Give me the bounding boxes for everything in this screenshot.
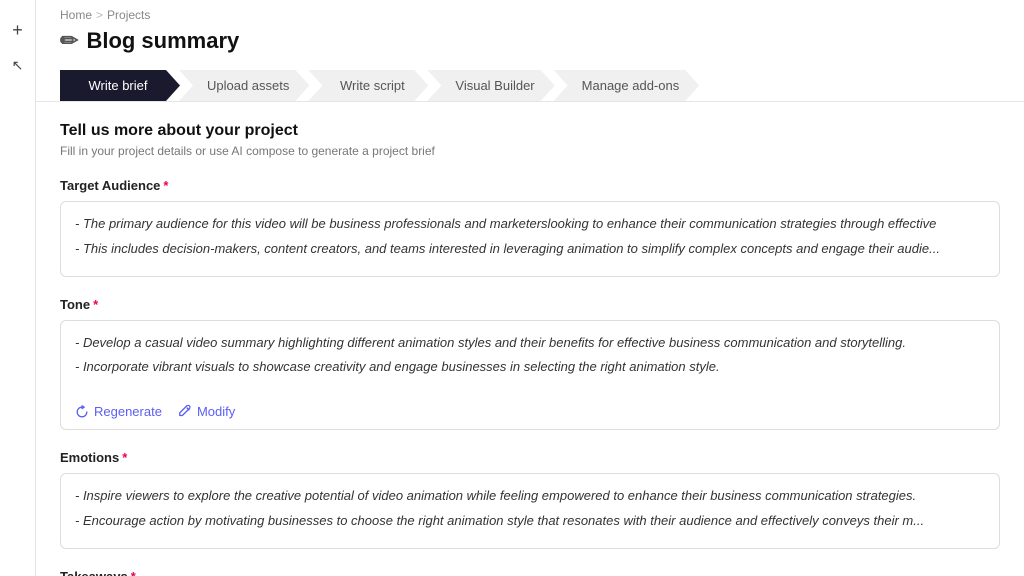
tone-label: Tone *: [60, 297, 1000, 312]
target-audience-label: Target Audience *: [60, 178, 1000, 193]
header: Home > Projects ✏ Blog summary Write bri…: [36, 0, 1024, 102]
step-write-brief[interactable]: Write brief: [60, 70, 180, 101]
step-upload-assets-label: Upload assets: [207, 78, 289, 93]
takeaways-required-star: *: [131, 569, 136, 576]
main-content: Home > Projects ✏ Blog summary Write bri…: [36, 0, 1024, 576]
modify-button[interactable]: Modify: [178, 404, 235, 419]
emotions-label: Emotions *: [60, 450, 1000, 465]
tone-line-1: - Develop a casual video summary highlig…: [75, 333, 985, 354]
breadcrumb-sep1: >: [96, 8, 103, 22]
regenerate-icon: [75, 405, 89, 419]
tone-actions: Regenerate Modify: [60, 394, 1000, 430]
cursor-icon: ↖: [12, 57, 24, 74]
tone-required-star: *: [93, 297, 98, 312]
target-audience-line-2: - This includes decision-makers, content…: [75, 239, 985, 260]
step-visual-builder[interactable]: Visual Builder: [427, 70, 554, 101]
target-audience-line-1: - The primary audience for this video wi…: [75, 214, 985, 235]
step-write-script-label: Write script: [340, 78, 405, 93]
steps-nav: Write brief Upload assets Write script V…: [60, 70, 1000, 101]
target-audience-group: Target Audience * - The primary audience…: [60, 178, 1000, 277]
takeaways-group: Takeaways * Highlight the various animat…: [60, 569, 1000, 576]
takeaways-label: Takeaways *: [60, 569, 1000, 576]
emotions-line-1: - Inspire viewers to explore the creativ…: [75, 486, 985, 507]
breadcrumb: Home > Projects: [60, 8, 1000, 22]
modify-icon: [178, 405, 192, 419]
regenerate-button[interactable]: Regenerate: [75, 404, 162, 419]
step-write-script[interactable]: Write script: [308, 70, 428, 101]
step-upload-assets[interactable]: Upload assets: [179, 70, 309, 101]
form-content: Tell us more about your project Fill in …: [36, 102, 1024, 576]
emotions-required-star: *: [122, 450, 127, 465]
add-icon[interactable]: +: [12, 20, 23, 41]
page-title: ✏ Blog summary: [60, 28, 1000, 54]
tone-line-2: - Incorporate vibrant visuals to showcas…: [75, 357, 985, 378]
page-title-text: Blog summary: [86, 28, 239, 54]
emotions-group: Emotions * - Inspire viewers to explore …: [60, 450, 1000, 549]
step-manage-addons[interactable]: Manage add-ons: [554, 70, 700, 101]
emotions-box[interactable]: - Inspire viewers to explore the creativ…: [60, 473, 1000, 549]
emotions-line-2: - Encourage action by motivating busines…: [75, 511, 985, 532]
breadcrumb-projects[interactable]: Projects: [107, 8, 150, 22]
step-manage-addons-label: Manage add-ons: [582, 78, 680, 93]
breadcrumb-home[interactable]: Home: [60, 8, 92, 22]
section-subtitle: Fill in your project details or use AI c…: [60, 144, 1000, 158]
tone-group: Tone * - Develop a casual video summary …: [60, 297, 1000, 431]
required-star: *: [163, 178, 168, 193]
sidebar: + ↖: [0, 0, 36, 576]
target-audience-box[interactable]: - The primary audience for this video wi…: [60, 201, 1000, 277]
modify-label: Modify: [197, 404, 235, 419]
regenerate-label: Regenerate: [94, 404, 162, 419]
edit-icon: ✏: [60, 28, 78, 54]
tone-box[interactable]: - Develop a casual video summary highlig…: [60, 320, 1000, 395]
step-write-brief-label: Write brief: [89, 78, 148, 93]
step-visual-builder-label: Visual Builder: [455, 78, 534, 93]
section-title: Tell us more about your project: [60, 122, 1000, 140]
